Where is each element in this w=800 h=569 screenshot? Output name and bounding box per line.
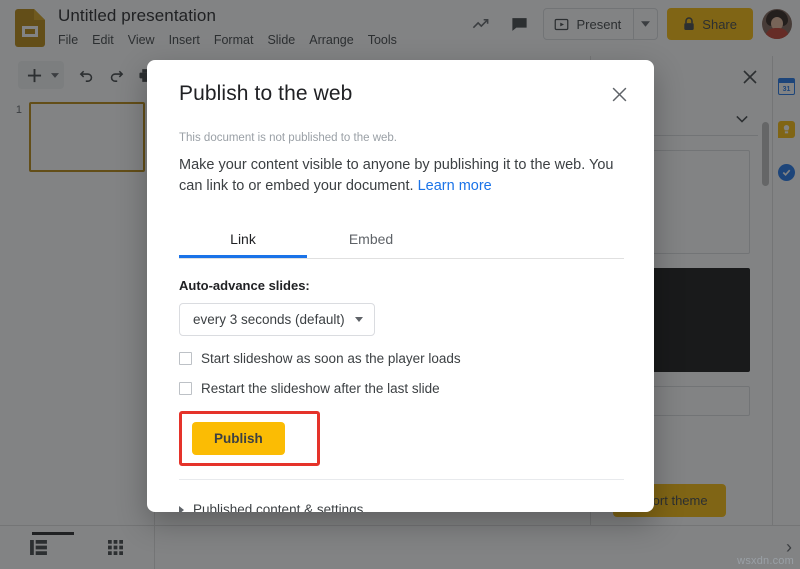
description-body: Make your content visible to anyone by p… [179,157,613,194]
published-content-settings-toggle[interactable]: Published content & settings [179,502,624,512]
tab-link[interactable]: Link [179,221,307,258]
auto-advance-select[interactable]: every 3 seconds (default) [179,303,375,336]
checkbox-restart-label: Restart the slideshow after the last sli… [201,381,440,396]
publish-to-web-dialog: Publish to the web This document is not … [147,60,654,512]
published-content-settings-label: Published content & settings [193,502,363,512]
learn-more-link[interactable]: Learn more [418,178,492,194]
auto-advance-label: Auto-advance slides: [179,278,624,293]
publish-status-text: This document is not published to the we… [179,132,624,144]
tab-embed[interactable]: Embed [307,221,435,258]
dialog-tabs: Link Embed [179,221,624,259]
dialog-title: Publish to the web [179,82,624,106]
dialog-description: Make your content visible to anyone by p… [179,155,624,197]
dialog-divider [179,479,624,480]
dropdown-caret-icon [355,317,363,322]
publish-button-highlight: Publish [179,411,320,466]
close-icon[interactable] [606,81,632,107]
auto-advance-value: every 3 seconds (default) [193,312,345,327]
checkbox-restart[interactable] [179,382,192,395]
checkbox-autostart[interactable] [179,352,192,365]
triangle-right-icon [179,506,184,513]
checkbox-autostart-label: Start slideshow as soon as the player lo… [201,351,461,366]
checkbox-row-restart[interactable]: Restart the slideshow after the last sli… [179,381,624,396]
app-root: Untitled presentation File Edit View Ins… [0,0,800,569]
publish-button[interactable]: Publish [192,422,285,455]
watermark: wsxdn.com [737,555,794,567]
checkbox-row-autostart[interactable]: Start slideshow as soon as the player lo… [179,351,624,366]
